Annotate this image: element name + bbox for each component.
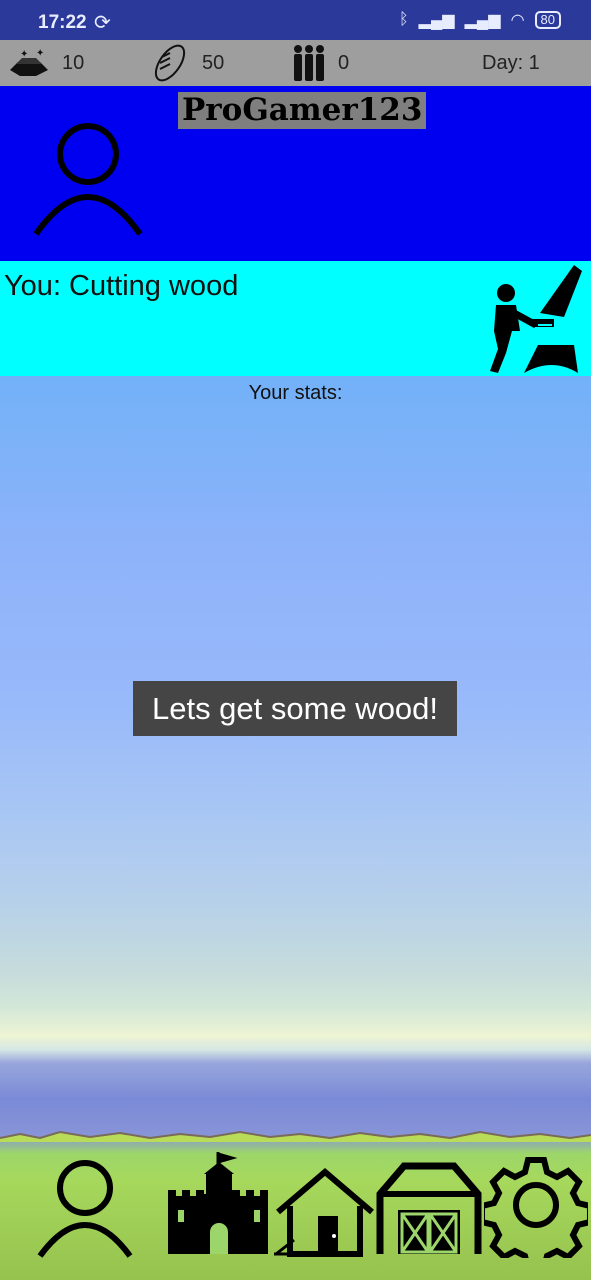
woodcutter-icon xyxy=(490,265,582,373)
status-time: 17:22 xyxy=(38,12,87,33)
house-nav-icon[interactable] xyxy=(272,1166,378,1258)
toast-message: Lets get some wood! xyxy=(133,681,457,736)
gold-icon: ✦ ✦ xyxy=(10,48,48,76)
svg-text:✦: ✦ xyxy=(20,49,28,60)
wifi-icon: ◠ xyxy=(510,12,525,29)
bluetooth-icon: ᛒ xyxy=(399,11,409,28)
sync-icon: ⟳ xyxy=(94,12,111,34)
profile-nav-icon[interactable] xyxy=(34,1158,136,1262)
gold-value: 10 xyxy=(62,51,85,74)
population-resource: 0 xyxy=(290,40,349,86)
svg-text:✦: ✦ xyxy=(36,48,44,59)
bread-icon xyxy=(154,44,186,82)
settings-nav-icon[interactable] xyxy=(484,1152,588,1258)
signal-icon: ▂▄▆ xyxy=(418,12,455,29)
profile-panel: ProGamer123 xyxy=(0,86,591,261)
activity-panel: You: Cutting wood xyxy=(0,261,591,376)
player-name: ProGamer123 xyxy=(178,92,427,129)
status-icons: ᛒ ▂▄▆ ▂▄▆ ◠ 80 xyxy=(399,10,561,30)
population-value: 0 xyxy=(338,51,350,74)
activity-text: You: Cutting wood xyxy=(4,270,239,302)
food-value: 50 xyxy=(202,51,225,74)
day-counter: Day: 1 xyxy=(482,52,540,74)
stats-label: Your stats: xyxy=(248,382,343,404)
castle-nav-icon[interactable] xyxy=(166,1150,272,1260)
signal-icon-2: ▂▄▆ xyxy=(464,12,501,29)
grass-edge xyxy=(0,1130,591,1142)
gold-resource: ✦ ✦ 10 xyxy=(6,40,84,86)
resource-bar: ✦ ✦ 10 50 0 Day: 1 xyxy=(0,40,591,86)
status-bar: 17:22 ⟳ ᛒ ▂▄▆ ▂▄▆ ◠ 80 xyxy=(0,0,591,40)
battery-level: 80 xyxy=(534,11,561,29)
game-area: Your stats: Lets get some wood! xyxy=(0,376,591,1280)
avatar-icon xyxy=(33,123,143,236)
barn-nav-icon[interactable] xyxy=(374,1154,484,1258)
food-resource: 50 xyxy=(148,40,224,86)
bottom-navigation xyxy=(0,1150,591,1265)
people-icon xyxy=(294,45,324,81)
